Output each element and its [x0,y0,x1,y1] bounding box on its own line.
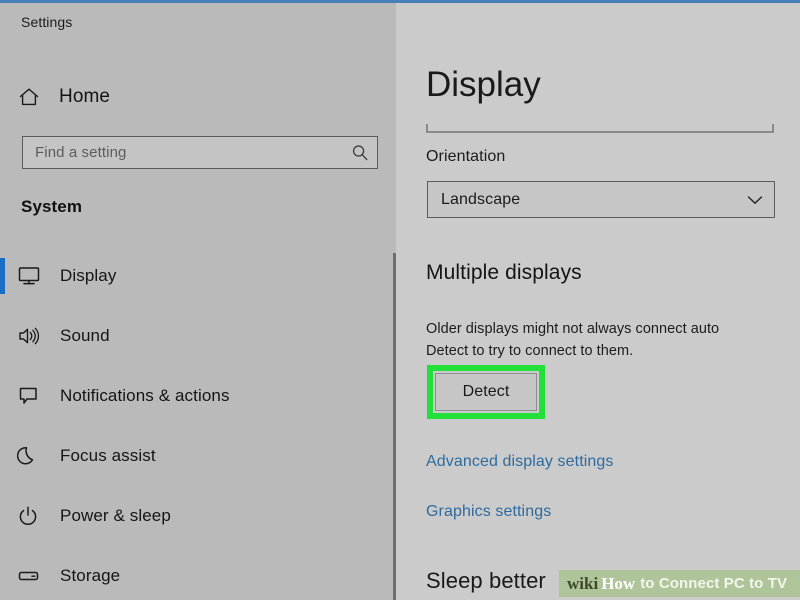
wikihow-watermark: wiki How to Connect PC to TV [559,570,800,597]
sidebar-item-focus-assist[interactable]: Focus assist [0,426,396,486]
power-icon [14,505,48,527]
sidebar-item-notifications[interactable]: Notifications & actions [0,366,396,426]
sidebar-item-sound[interactable]: Sound [0,306,396,366]
page-title: Display [426,65,541,104]
multiple-displays-description: Older displays might not always connect … [426,318,800,362]
sleep-better-heading: Sleep better [426,568,546,593]
chevron-down-icon [736,193,774,207]
search-icon[interactable] [343,143,377,163]
sidebar: Settings Home Find a setting System Disp… [0,3,396,600]
speech-bubble-icon [14,385,48,407]
description-line-1: Older displays might not always connect … [426,321,720,337]
sidebar-item-label: Focus assist [60,446,156,465]
advanced-display-settings-link[interactable]: Advanced display settings [426,453,614,471]
sidebar-item-label: Display [60,266,117,285]
description-line-2: Detect to try to connect to them. [426,343,634,359]
search-placeholder: Find a setting [35,144,127,161]
content-panel: Display Orientation Landscape Multiple d… [396,3,800,600]
drive-icon [14,565,48,587]
sidebar-home-label: Home [59,86,111,107]
settings-window: Settings Home Find a setting System Disp… [0,0,800,600]
sidebar-item-label: Sound [60,326,110,345]
sidebar-item-label: Notifications & actions [60,386,230,405]
watermark-subtitle: to Connect PC to TV [640,575,788,592]
sidebar-item-label: Power & sleep [60,506,171,525]
sidebar-item-power-sleep[interactable]: Power & sleep [0,486,396,546]
speaker-icon [14,325,48,347]
graphics-settings-link[interactable]: Graphics settings [426,503,551,521]
sidebar-item-home[interactable]: Home [14,79,374,115]
orientation-select[interactable]: Landscape [427,181,775,218]
detect-button-highlight [427,365,545,419]
monitor-icon [14,265,48,287]
sidebar-item-label: Storage [60,566,121,585]
watermark-how-text: How [601,573,636,593]
sidebar-nav-list: Display Sound Notifications & actions Fo… [0,246,396,600]
orientation-label: Orientation [426,148,506,165]
sidebar-section-header: System [21,197,83,216]
title-divider [426,124,774,133]
home-icon [14,86,48,108]
search-input[interactable]: Find a setting [22,136,378,169]
multiple-displays-title: Multiple displays [426,261,582,284]
sidebar-item-display[interactable]: Display [0,246,396,306]
selection-indicator [0,258,5,294]
sidebar-item-storage[interactable]: Storage [0,546,396,600]
watermark-wiki-text: wiki [567,573,599,593]
window-title: Settings [21,14,73,30]
moon-icon [14,445,48,467]
orientation-selected-value: Landscape [441,190,521,208]
